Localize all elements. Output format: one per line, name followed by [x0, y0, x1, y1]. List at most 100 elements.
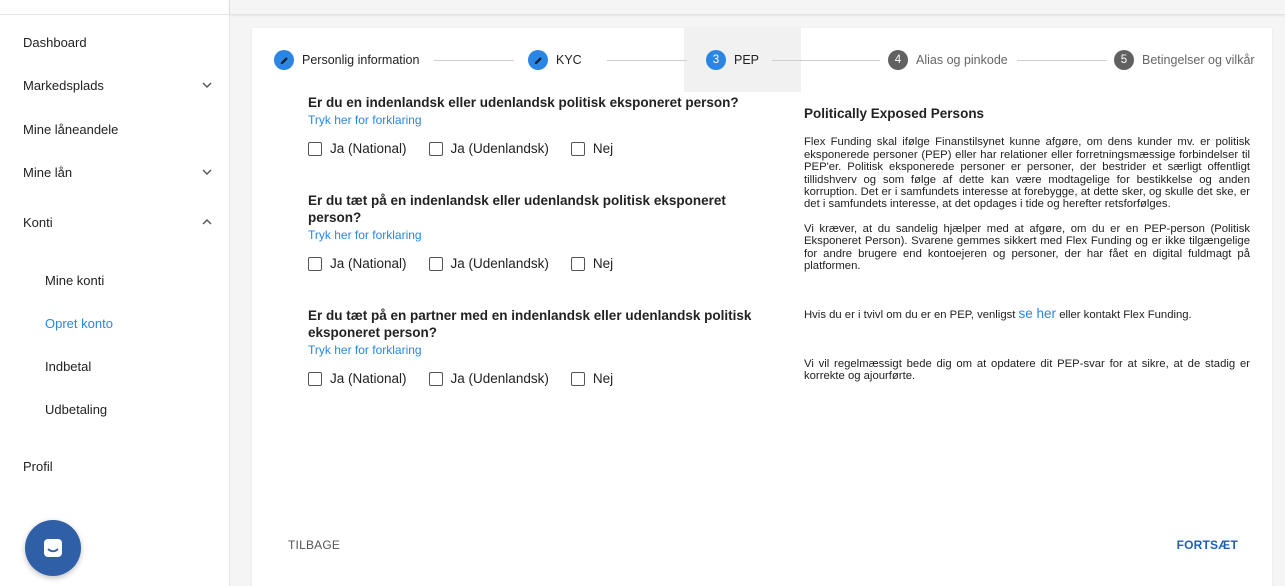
option-label: Nej — [592, 141, 614, 156]
sidebar-item-label: Mine konti — [45, 272, 105, 288]
option-label: Ja (National) — [330, 256, 407, 271]
option-ja-udenlandsk[interactable]: Ja (Udenlandsk) — [428, 256, 549, 271]
sidebar: Dashboard Markedsplads Mine låneandele M… — [0, 0, 230, 586]
sidebar-item-label: Mine lån — [23, 164, 73, 180]
step-personlig-information[interactable]: Personlig information — [274, 49, 419, 71]
question-pep-close: Er du tæt på en indenlandsk eller udenla… — [308, 192, 768, 271]
question-options: Ja (National) Ja (Udenlandsk) Nej — [308, 141, 768, 156]
option-label: Ja (Udenlandsk) — [450, 256, 549, 271]
option-label: Ja (Udenlandsk) — [450, 371, 549, 386]
step-connector — [434, 60, 514, 61]
question-pep-partner: Er du tæt på en partner med en indenland… — [308, 307, 768, 386]
checkbox[interactable] — [428, 256, 443, 271]
sidebar-item-mine-konti[interactable]: Mine konti — [45, 269, 215, 291]
sidebar-item-mine-laan[interactable]: Mine lån — [23, 161, 215, 183]
sidebar-item-label: Mine låneandele — [23, 121, 119, 137]
sidebar-item-dashboard[interactable]: Dashboard — [23, 31, 215, 53]
step-number: 5 — [1114, 50, 1134, 70]
checkbox[interactable] — [570, 371, 585, 386]
option-label: Ja (Udenlandsk) — [450, 141, 549, 156]
step-label: Alias og pinkode — [916, 53, 1008, 67]
question-title: Er du tæt på en indenlandsk eller udenla… — [308, 193, 726, 225]
chat-icon — [44, 539, 62, 557]
explanation-link[interactable]: Tryk her for forklaring — [308, 343, 422, 357]
option-ja-national[interactable]: Ja (National) — [308, 256, 407, 271]
option-ja-national[interactable]: Ja (National) — [308, 141, 407, 156]
sidebar-item-opret-konto[interactable]: Opret konto — [45, 312, 215, 334]
checkbox[interactable] — [570, 141, 585, 156]
pencil-icon — [274, 50, 294, 70]
sidebar-item-indbetal[interactable]: Indbetal — [45, 355, 215, 377]
pep-info-panel: Politically Exposed Persons Flex Funding… — [804, 106, 1250, 395]
top-bar — [230, 0, 1285, 14]
se-her-link[interactable]: se her — [1019, 306, 1057, 321]
option-nej[interactable]: Nej — [570, 256, 614, 271]
checkbox[interactable] — [308, 141, 322, 156]
sidebar-item-label: Markedsplads — [23, 77, 104, 93]
sidebar-item-label: Profil — [23, 458, 53, 474]
step-number: 4 — [888, 50, 908, 70]
sidebar-item-udbetaling[interactable]: Udbetaling — [45, 398, 215, 420]
pep-form-card: Personlig information KYC 3 PEP 4 Alias … — [252, 28, 1272, 586]
step-label: Personlig information — [302, 53, 420, 67]
option-label: Nej — [592, 371, 614, 386]
continue-button[interactable]: FORTSÆT — [1177, 538, 1238, 552]
option-ja-national[interactable]: Ja (National) — [308, 371, 407, 386]
pencil-icon — [528, 50, 548, 70]
checkbox[interactable] — [428, 371, 443, 386]
explanation-link[interactable]: Tryk her for forklaring — [308, 228, 422, 242]
option-ja-udenlandsk[interactable]: Ja (Udenlandsk) — [428, 371, 549, 386]
option-label: Nej — [592, 256, 614, 271]
question-title: Er du tæt på en partner med en indenland… — [308, 308, 752, 340]
question-options: Ja (National) Ja (Udenlandsk) Nej — [308, 256, 768, 271]
step-label: Betingelser og vilkår — [1142, 53, 1255, 67]
sidebar-item-konti[interactable]: Konti — [23, 211, 215, 233]
stepper: Personlig information KYC 3 PEP 4 Alias … — [252, 28, 1272, 92]
explanation-link[interactable]: Tryk her for forklaring — [308, 113, 422, 127]
info-paragraph: Vi kræver, at du sandelig hjælper med at… — [804, 222, 1250, 273]
option-label: Ja (National) — [330, 371, 407, 386]
step-label: PEP — [734, 53, 760, 67]
sidebar-item-label: Konti — [23, 214, 53, 230]
question-title: Er du en indenlandsk eller udenlandsk po… — [308, 95, 739, 110]
step-alias-og-pinkode[interactable]: 4 Alias og pinkode — [888, 49, 1008, 71]
step-number: 3 — [706, 50, 726, 70]
sidebar-item-label: Dashboard — [23, 34, 87, 50]
sidebar-item-profil[interactable]: Profil — [23, 455, 215, 477]
info-paragraph: Flex Funding skal ifølge Finanstilsynet … — [804, 136, 1250, 211]
checkbox[interactable] — [308, 256, 322, 271]
checkbox[interactable] — [428, 141, 443, 156]
checkbox[interactable] — [570, 256, 585, 271]
sidebar-item-markedsplads[interactable]: Markedsplads — [23, 74, 215, 96]
sidebar-item-mine-laaneandele[interactable]: Mine låneandele — [23, 118, 215, 140]
chevron-down-icon — [199, 164, 215, 180]
sidebar-item-label: Udbetaling — [45, 401, 108, 417]
checkbox[interactable] — [308, 371, 322, 386]
info-paragraph-with-link: Hvis du er i tvivl om du er en PEP, venl… — [804, 306, 1250, 322]
step-pep[interactable]: 3 PEP — [706, 49, 759, 71]
info-title: Politically Exposed Persons — [804, 106, 985, 121]
step-connector — [607, 60, 687, 61]
info-text: Hvis du er i tvivl om du er en PEP, venl… — [804, 309, 1019, 322]
step-kyc[interactable]: KYC — [528, 49, 582, 71]
app-root: Dashboard Markedsplads Mine låneandele M… — [0, 0, 1285, 586]
option-nej[interactable]: Nej — [570, 371, 614, 386]
sidebar-top-divider — [0, 14, 229, 15]
option-label: Ja (National) — [330, 141, 407, 156]
info-text: eller kontakt Flex Funding. — [1056, 309, 1192, 322]
question-pep-self: Er du en indenlandsk eller udenlandsk po… — [308, 94, 768, 156]
info-paragraph: Vi vil regelmæssigt bede dig om at opdat… — [804, 357, 1250, 383]
step-betingelser-og-vilkaar[interactable]: 5 Betingelser og vilkår — [1114, 49, 1255, 71]
option-ja-udenlandsk[interactable]: Ja (Udenlandsk) — [428, 141, 549, 156]
sidebar-item-label: Opret konto — [45, 315, 113, 331]
chevron-down-icon — [199, 77, 215, 93]
step-connector — [772, 60, 880, 61]
chat-launcher-button[interactable] — [25, 520, 81, 576]
option-nej[interactable]: Nej — [570, 141, 614, 156]
sidebar-item-label: Indbetal — [45, 358, 92, 374]
back-button[interactable]: TILBAGE — [288, 538, 340, 552]
chevron-up-icon — [199, 214, 215, 230]
step-connector — [1017, 60, 1107, 61]
